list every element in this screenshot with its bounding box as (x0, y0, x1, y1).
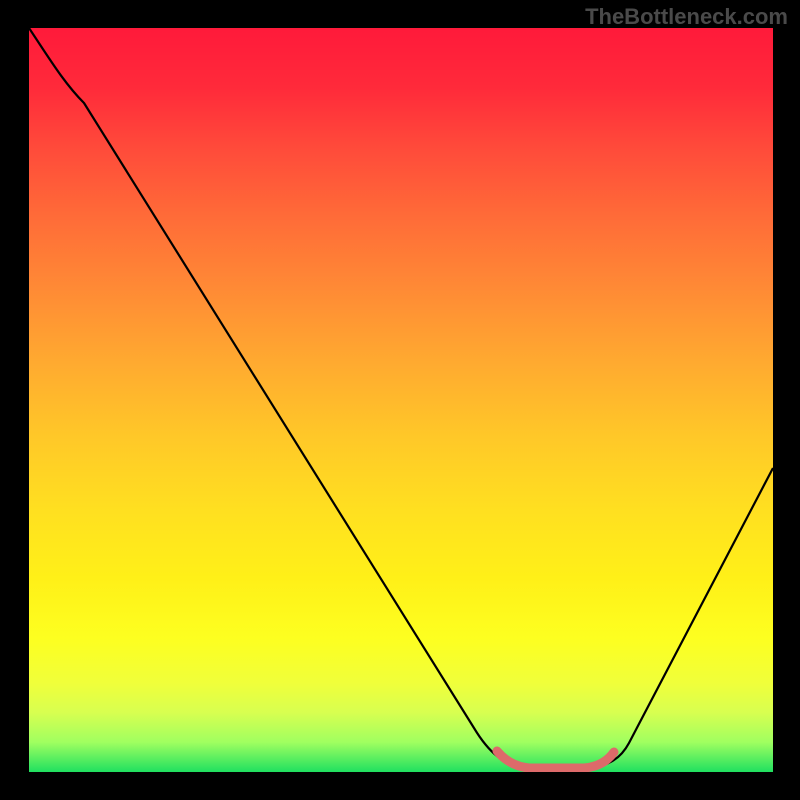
curve-svg (29, 28, 773, 772)
plot-area (29, 28, 773, 772)
watermark-text: TheBottleneck.com (585, 4, 788, 30)
main-curve-path (29, 28, 773, 768)
highlight-segment (497, 751, 614, 768)
